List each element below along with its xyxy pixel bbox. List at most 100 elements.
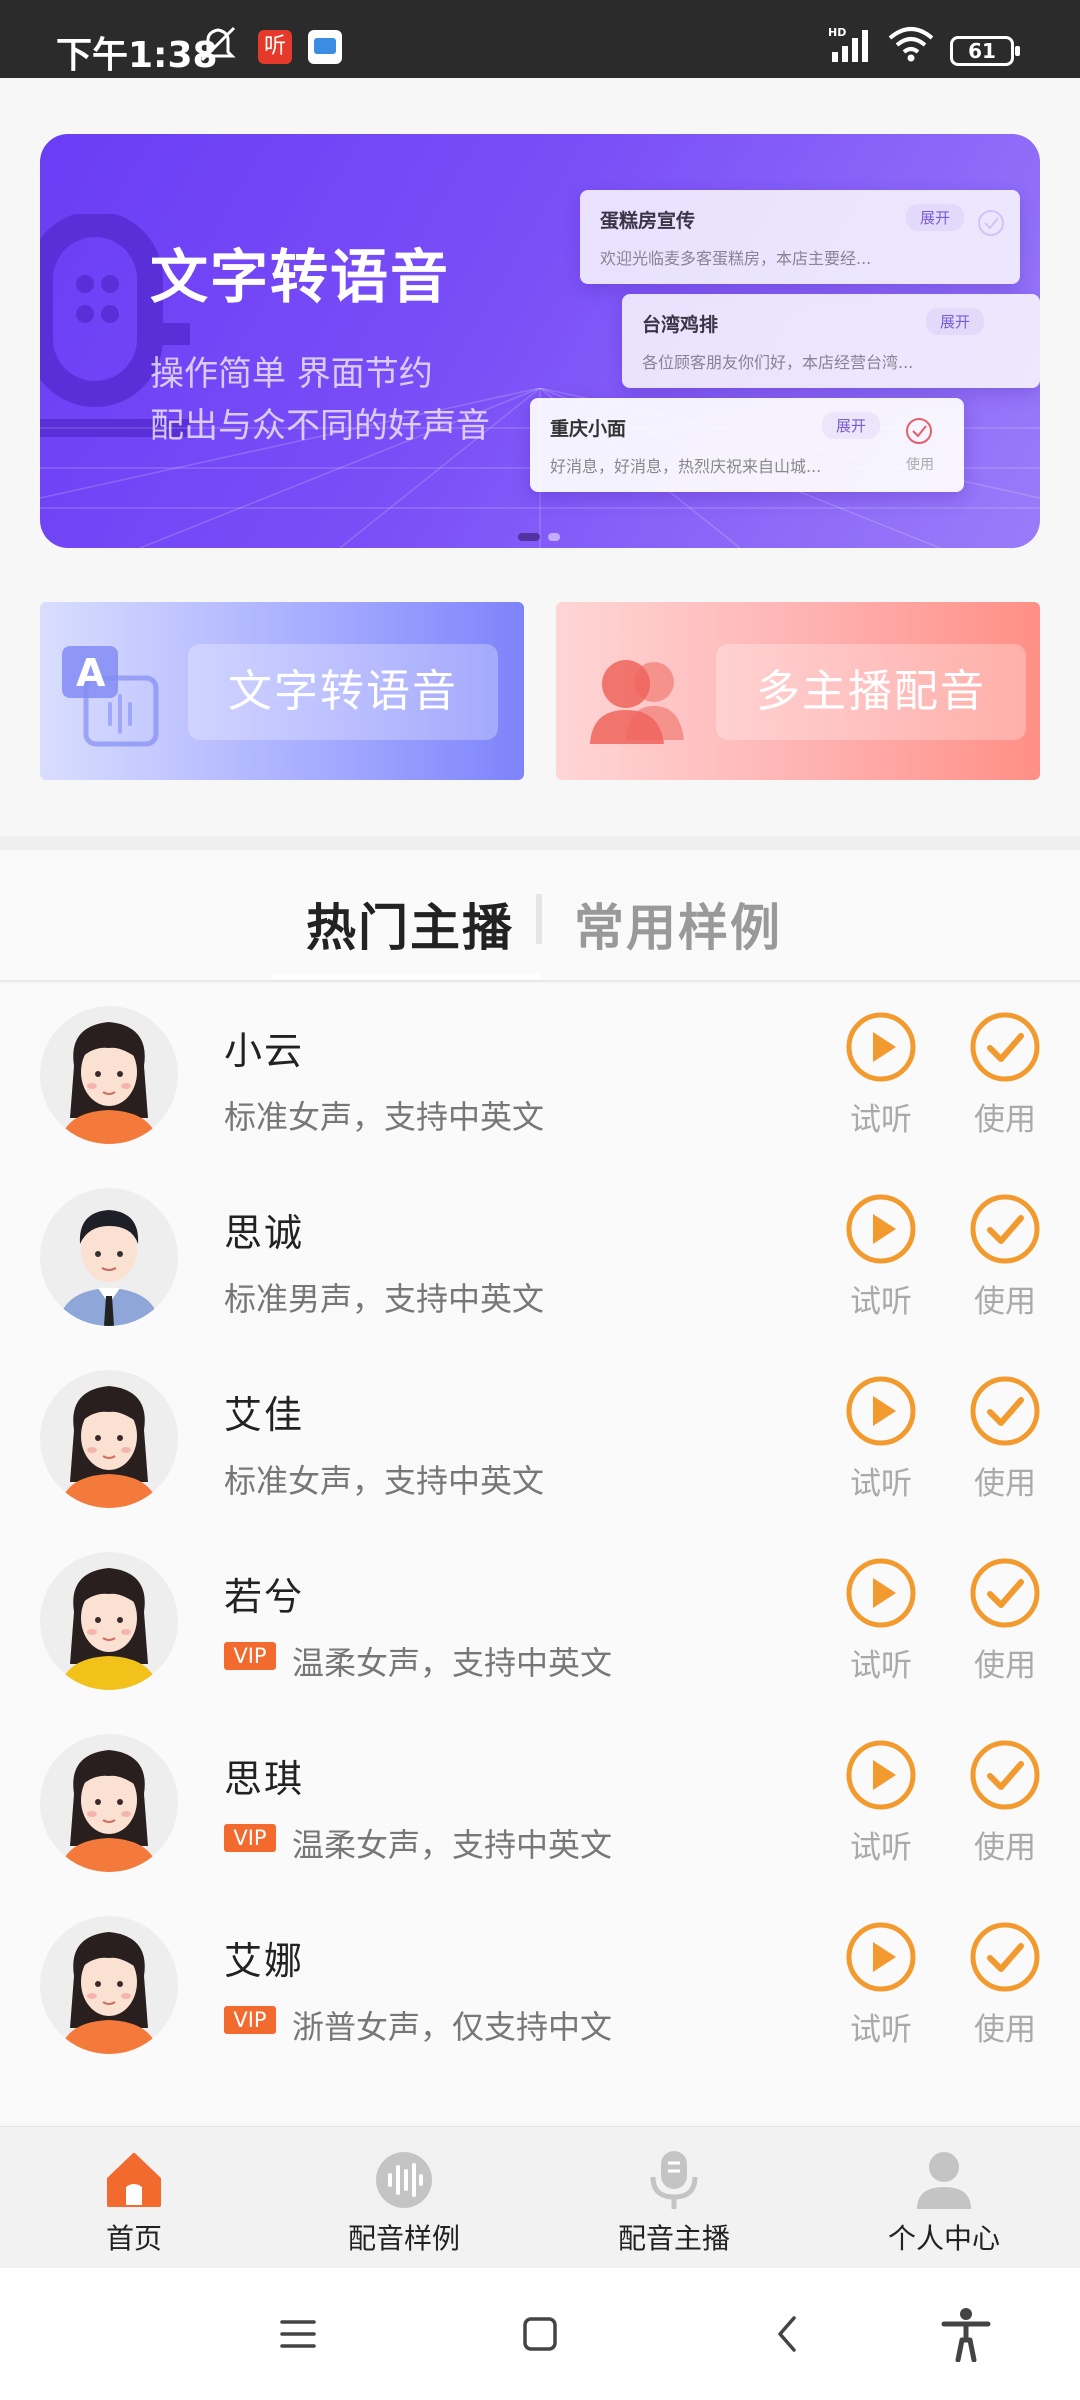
preview-label: 试听 <box>850 2012 912 2048</box>
preview-label: 试听 <box>850 1830 912 1866</box>
preview-button[interactable]: 试听 <box>836 1010 926 1139</box>
use-button[interactable]: 使用 <box>960 1374 1050 1503</box>
use-label: 使用 <box>974 1102 1036 1138</box>
avatar <box>40 1188 178 1326</box>
anchor-name: 艾佳 <box>224 1393 305 1437</box>
anchor-row[interactable]: 艾佳 标准女声，支持中英文 试听 使用 <box>0 1348 1080 1530</box>
preview-button[interactable]: 试听 <box>836 1738 926 1867</box>
banner-sample-card: 蛋糕房宣传 欢迎光临麦多客蛋糕房，本店主要经... 展开 <box>580 190 1020 284</box>
preview-button[interactable]: 试听 <box>836 1192 926 1321</box>
anchor-name: 艾娜 <box>224 1939 305 1983</box>
promo-banner[interactable]: 文字转语音 操作简单 界面节约 配出与众不同的好声音 蛋糕房宣传 欢迎光临麦多客… <box>40 134 1040 548</box>
vip-badge: VIP <box>224 1824 276 1852</box>
anchor-description: 标准男声，支持中英文 <box>224 1280 545 1318</box>
preview-button[interactable]: 试听 <box>836 1374 926 1503</box>
use-button[interactable]: 使用 <box>960 1738 1050 1867</box>
app-notification-icon-2 <box>308 30 342 64</box>
multi-anchor-button[interactable]: 多主播配音 <box>716 644 1026 740</box>
preview-label: 试听 <box>850 1648 912 1684</box>
anchor-description: 浙普女声，仅支持中文 <box>292 2008 613 2046</box>
tab-divider <box>536 894 542 944</box>
nav-label: 首页 <box>105 2222 162 2255</box>
use-label: 使用 <box>974 1466 1036 1502</box>
card-title: 重庆小面 <box>550 418 627 440</box>
multi-anchor-tile[interactable]: 多主播配音 <box>556 602 1040 780</box>
anchor-name: 思琪 <box>224 1757 305 1801</box>
card-text: 各位顾客朋友你们好，本店经营台湾... <box>642 353 914 372</box>
anchor-name: 小云 <box>224 1029 305 1073</box>
banner-pagination <box>518 526 568 545</box>
banner-subtitle-1: 操作简单 界面节约 <box>150 354 433 394</box>
nav-label: 个人中心 <box>887 2222 1000 2255</box>
nav-dubbing-samples[interactable]: 配音样例 <box>304 2149 504 2257</box>
pagination-dot-active[interactable] <box>518 533 540 541</box>
play-icon <box>836 1374 926 1448</box>
anchor-tabs: 热门主播 常用样例 <box>0 850 1080 982</box>
avatar <box>40 1552 178 1690</box>
status-bar: 下午1:38 听 HD 61 <box>0 0 1080 78</box>
preview-button[interactable]: 试听 <box>836 1556 926 1685</box>
signal-icon: HD <box>828 26 868 62</box>
tab-common-samples[interactable]: 常用样例 <box>574 888 782 960</box>
accessibility-icon[interactable] <box>938 2306 994 2362</box>
check-circle-icon <box>960 1920 1050 1994</box>
anchor-description: 温柔女声，支持中英文 <box>292 1826 613 1864</box>
card-use-label: 使用 <box>906 457 934 473</box>
play-icon <box>836 1920 926 1994</box>
text-to-speech-button[interactable]: 文字转语音 <box>188 644 498 740</box>
svg-text:A: A <box>76 651 106 695</box>
tab-active-indicator <box>272 974 540 980</box>
banner-sample-card: 重庆小面 好消息，好消息，热烈庆祝来自山城... 展开 使用 <box>530 398 964 492</box>
vip-badge: VIP <box>224 1642 276 1670</box>
banner-sample-card: 台湾鸡排 各位顾客朋友你们好，本店经营台湾... 展开 <box>622 294 1040 388</box>
back-icon[interactable] <box>760 2306 816 2362</box>
check-circle-icon <box>906 418 932 444</box>
preview-label: 试听 <box>850 1284 912 1320</box>
text-to-speech-tile[interactable]: A 文字转语音 <box>40 602 524 780</box>
use-button[interactable]: 使用 <box>960 1556 1050 1685</box>
expand-tag: 展开 <box>905 204 964 231</box>
use-label: 使用 <box>974 1830 1036 1866</box>
nav-home[interactable]: 首页 <box>34 2149 234 2257</box>
section-divider <box>0 836 1080 850</box>
use-button[interactable]: 使用 <box>960 1920 1050 2049</box>
use-label: 使用 <box>974 2012 1036 2048</box>
anchor-name: 若兮 <box>224 1575 305 1619</box>
check-circle-icon <box>960 1738 1050 1812</box>
svg-text:HD: HD <box>828 26 846 39</box>
anchor-row[interactable]: 思诚 标准男声，支持中英文 试听 使用 <box>0 1166 1080 1348</box>
bottom-nav: 首页 配音样例 配音主播 个人中心 <box>0 2126 1080 2268</box>
play-icon <box>836 1010 926 1084</box>
nav-dubbing-anchors[interactable]: 配音主播 <box>574 2149 774 2257</box>
anchor-description: 标准女声，支持中英文 <box>224 1098 545 1136</box>
tab-hot-anchors[interactable]: 热门主播 <box>306 888 514 960</box>
check-circle-icon <box>978 210 1004 236</box>
use-label: 使用 <box>974 1284 1036 1320</box>
anchor-list[interactable]: 小云 标准女声，支持中英文 试听 使用 思诚 标准男声，支持中英文 试听 使用 艾佳 标准女声，支… <box>0 984 1080 2124</box>
check-circle-icon <box>960 1192 1050 1266</box>
nav-label: 配音主播 <box>617 2222 730 2255</box>
nav-profile[interactable]: 个人中心 <box>844 2149 1044 2257</box>
preview-label: 试听 <box>850 1102 912 1138</box>
check-circle-icon <box>960 1556 1050 1630</box>
preview-button[interactable]: 试听 <box>836 1920 926 2049</box>
anchor-row[interactable]: 若兮 VIP 温柔女声，支持中英文 试听 使用 <box>0 1530 1080 1712</box>
expand-tag: 展开 <box>821 412 880 439</box>
user-icon <box>917 2152 971 2209</box>
use-button[interactable]: 使用 <box>960 1010 1050 1139</box>
use-button[interactable]: 使用 <box>960 1192 1050 1321</box>
text-to-speech-icon: A <box>62 646 159 747</box>
nav-label: 配音样例 <box>347 2222 460 2255</box>
sound-wave-icon <box>376 2152 432 2208</box>
avatar <box>40 1916 178 2054</box>
anchor-description: 温柔女声，支持中英文 <box>292 1644 613 1682</box>
home-square-icon[interactable] <box>512 2306 568 2362</box>
status-time: 下午1:38 <box>56 35 218 76</box>
anchor-row[interactable]: 小云标准女声，支持中英文 试听 使用 <box>0 984 1080 1166</box>
pagination-dot[interactable] <box>548 533 560 541</box>
play-icon <box>836 1192 926 1266</box>
menu-icon[interactable] <box>270 2306 326 2362</box>
anchor-row[interactable]: 艾娜 VIP 浙普女声，仅支持中文 试听 使用 <box>0 1894 1080 2076</box>
avatar <box>40 1006 178 1144</box>
anchor-row[interactable]: 思琪 VIP 温柔女声，支持中英文 试听 使用 <box>0 1712 1080 1894</box>
